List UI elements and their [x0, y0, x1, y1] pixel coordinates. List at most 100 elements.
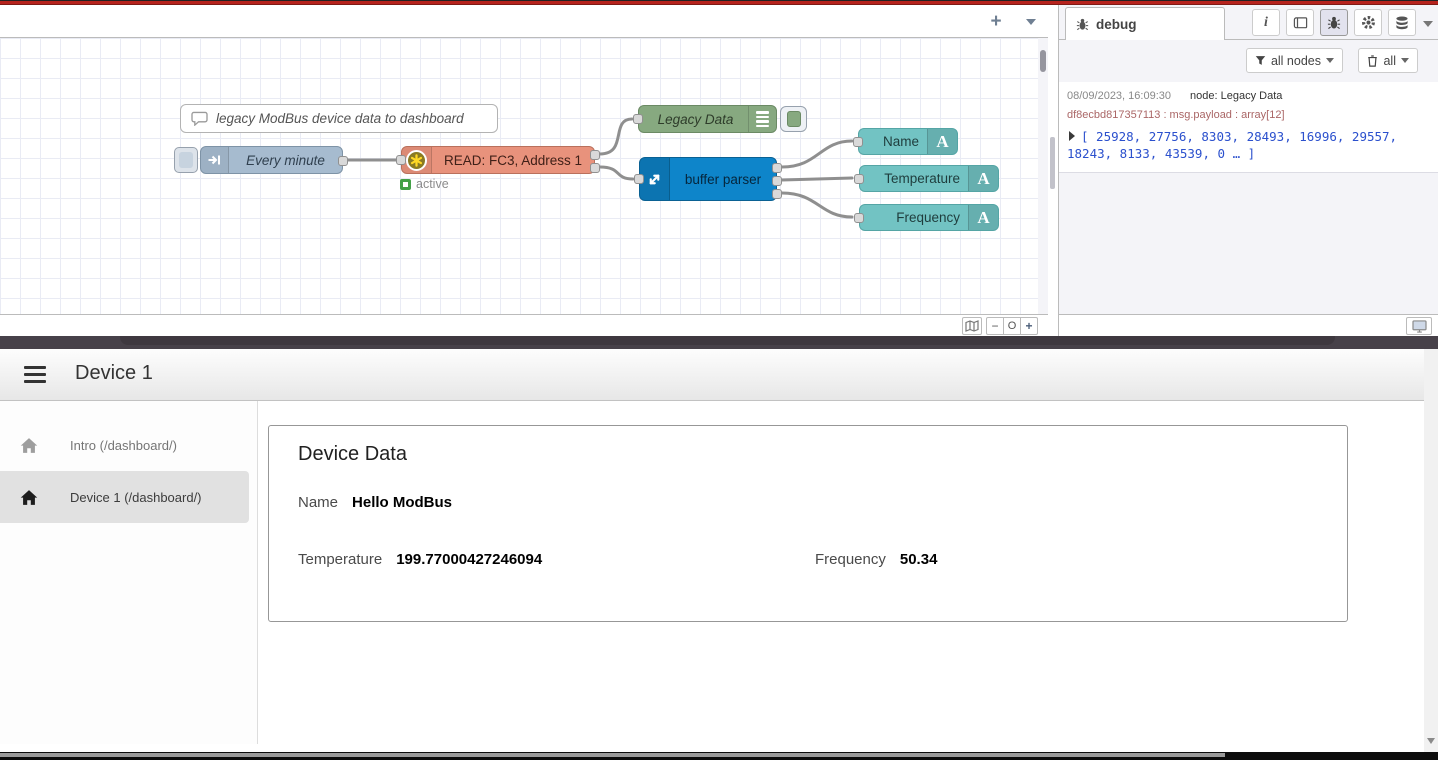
- parser-output-port-1[interactable]: [772, 163, 782, 173]
- comment-node[interactable]: legacy ModBus device data to dashboard: [180, 104, 498, 133]
- device-data-card: Device Data Name Hello ModBus Temperature…: [268, 425, 1348, 622]
- node-red-dashboard: Device 1 Intro (/dashboard/) Device 1 (/…: [0, 349, 1438, 752]
- inject-node[interactable]: Every minute: [200, 146, 343, 174]
- card-title: Device Data: [298, 443, 407, 466]
- nav-item-device-1[interactable]: Device 1 (/dashboard/): [0, 471, 249, 523]
- payload-line-1: [ 25928, 27756, 8303, 28493, 16996, 2955…: [1081, 129, 1397, 144]
- status-dot-icon: [400, 179, 411, 190]
- ui-text-name-label: Name: [859, 134, 927, 149]
- read-output-port-1[interactable]: [590, 150, 600, 160]
- zoom-in-button[interactable]: +: [1020, 317, 1038, 335]
- debug-filter-row: all nodes all: [1059, 46, 1438, 76]
- node-status: active: [400, 177, 449, 191]
- canvas-vertical-scrollbar[interactable]: [1038, 38, 1048, 314]
- ui-text-temperature-label: Temperature: [860, 171, 968, 186]
- message-payload[interactable]: [ 25928, 27756, 8303, 28493, 16996, 2955…: [1067, 128, 1428, 162]
- field-name: Name Hello ModBus: [298, 494, 452, 511]
- read-output-port-2[interactable]: [590, 163, 600, 173]
- flow-tab-bar: +: [0, 5, 1048, 38]
- flow-canvas[interactable]: legacy ModBus device data to dashboard E…: [0, 38, 1038, 314]
- sidebar-resize-divider[interactable]: [1048, 5, 1058, 336]
- filter-nodes-button[interactable]: all nodes: [1246, 48, 1343, 73]
- expand-payload-icon[interactable]: [1069, 131, 1075, 141]
- debug-message-list[interactable]: 08/09/2023, 16:09:30 node: Legacy Data d…: [1059, 82, 1438, 292]
- debug-enable-toggle[interactable]: [780, 106, 807, 132]
- dashboard-scrollbar[interactable]: [1424, 349, 1438, 752]
- read-input-port[interactable]: [396, 155, 406, 165]
- frequency-input-port[interactable]: [854, 213, 864, 223]
- tab-debug[interactable]: debug: [1065, 7, 1225, 40]
- clear-messages-button[interactable]: all: [1358, 48, 1418, 73]
- modbus-read-label: READ: FC3, Address 1: [432, 153, 594, 168]
- hamburger-menu-icon[interactable]: [24, 366, 46, 383]
- scroll-down-arrow-icon[interactable]: [1427, 738, 1435, 744]
- payload-line-2: 18243, 8133, 43539, 0 … ]: [1067, 146, 1255, 161]
- dashboard-sidebar: Intro (/dashboard/) Device 1 (/dashboard…: [0, 401, 258, 744]
- add-flow-button[interactable]: +: [984, 10, 1008, 34]
- context-sidebar-button[interactable]: [1388, 9, 1416, 36]
- zoom-out-button[interactable]: −: [986, 317, 1004, 335]
- inject-arrow-icon: [201, 147, 229, 173]
- ui-text-node-frequency[interactable]: Frequency A: [859, 204, 999, 231]
- field-name-label: Name: [298, 494, 338, 511]
- text-a-icon: A: [968, 205, 998, 230]
- message-timestamp: 08/09/2023, 16:09:30: [1067, 90, 1171, 102]
- bug-icon: [1327, 16, 1341, 30]
- sidebar-footer: [1059, 314, 1438, 336]
- open-debug-window-button[interactable]: [1406, 317, 1432, 335]
- debug-node[interactable]: Legacy Data: [638, 105, 777, 133]
- name-input-port[interactable]: [853, 137, 863, 147]
- wire: [782, 178, 852, 180]
- inject-node-label: Every minute: [229, 153, 342, 168]
- info-sidebar-button[interactable]: i: [1252, 9, 1280, 36]
- modbus-read-node[interactable]: READ: FC3, Address 1: [401, 146, 595, 174]
- debug-message[interactable]: 08/09/2023, 16:09:30 node: Legacy Data d…: [1059, 82, 1438, 173]
- debug-list-icon: [748, 106, 776, 132]
- ui-text-node-name[interactable]: Name A: [858, 128, 958, 155]
- funnel-icon: [1255, 55, 1266, 66]
- field-name-value: Hello ModBus: [352, 494, 452, 511]
- parser-output-port-3[interactable]: [772, 189, 782, 199]
- parser-input-port[interactable]: [634, 174, 644, 184]
- bottom-window-edge: [0, 752, 1438, 760]
- ui-text-node-temperature[interactable]: Temperature A: [859, 165, 999, 192]
- ui-text-frequency-label: Frequency: [860, 210, 968, 225]
- canvas-scrollbar-thumb[interactable]: [1040, 50, 1046, 72]
- text-a-icon: A: [968, 166, 998, 191]
- debug-input-port[interactable]: [633, 114, 643, 124]
- sidebar-options-caret-icon[interactable]: [1423, 21, 1433, 27]
- zoom-reset-button[interactable]: O: [1003, 317, 1021, 335]
- field-frequency: Frequency50.34: [815, 551, 937, 568]
- monitor-icon: [1412, 320, 1427, 333]
- horizontal-scrollbar-thumb[interactable]: [0, 753, 1225, 757]
- field-temperature-label: Temperature: [298, 551, 382, 568]
- trash-icon: [1367, 55, 1378, 67]
- filter-caret-icon: [1326, 58, 1334, 63]
- buffer-parser-node[interactable]: buffer parser: [639, 157, 777, 201]
- navigator-button[interactable]: [962, 317, 982, 335]
- comment-node-label: legacy ModBus device data to dashboard: [216, 111, 464, 126]
- parser-output-port-2[interactable]: [772, 176, 782, 186]
- nav-item-intro[interactable]: Intro (/dashboard/): [0, 419, 249, 471]
- debug-sidebar: debug i all nodes: [1058, 5, 1438, 336]
- message-source-node: node: Legacy Data: [1190, 90, 1282, 102]
- inject-button[interactable]: [174, 147, 198, 173]
- debug-sidebar-button[interactable]: [1320, 9, 1348, 36]
- home-icon: [20, 437, 38, 454]
- flow-list-caret-icon[interactable]: [1026, 19, 1036, 25]
- dashboard-header: Device 1: [0, 349, 1424, 401]
- clear-caret-icon: [1401, 58, 1409, 63]
- book-icon: [1293, 16, 1308, 30]
- expand-arrows-icon: [640, 158, 670, 200]
- status-text: active: [416, 177, 449, 191]
- config-sidebar-button[interactable]: [1354, 9, 1382, 36]
- editor-footer: − O +: [0, 314, 1048, 336]
- inject-output-port[interactable]: [338, 156, 348, 166]
- wire: [782, 193, 852, 217]
- divider-handle[interactable]: [1050, 137, 1055, 189]
- temperature-input-port[interactable]: [854, 174, 864, 184]
- database-icon: [1395, 16, 1409, 30]
- wire: [782, 141, 852, 167]
- help-sidebar-button[interactable]: [1286, 9, 1314, 36]
- buffer-parser-label: buffer parser: [670, 172, 776, 187]
